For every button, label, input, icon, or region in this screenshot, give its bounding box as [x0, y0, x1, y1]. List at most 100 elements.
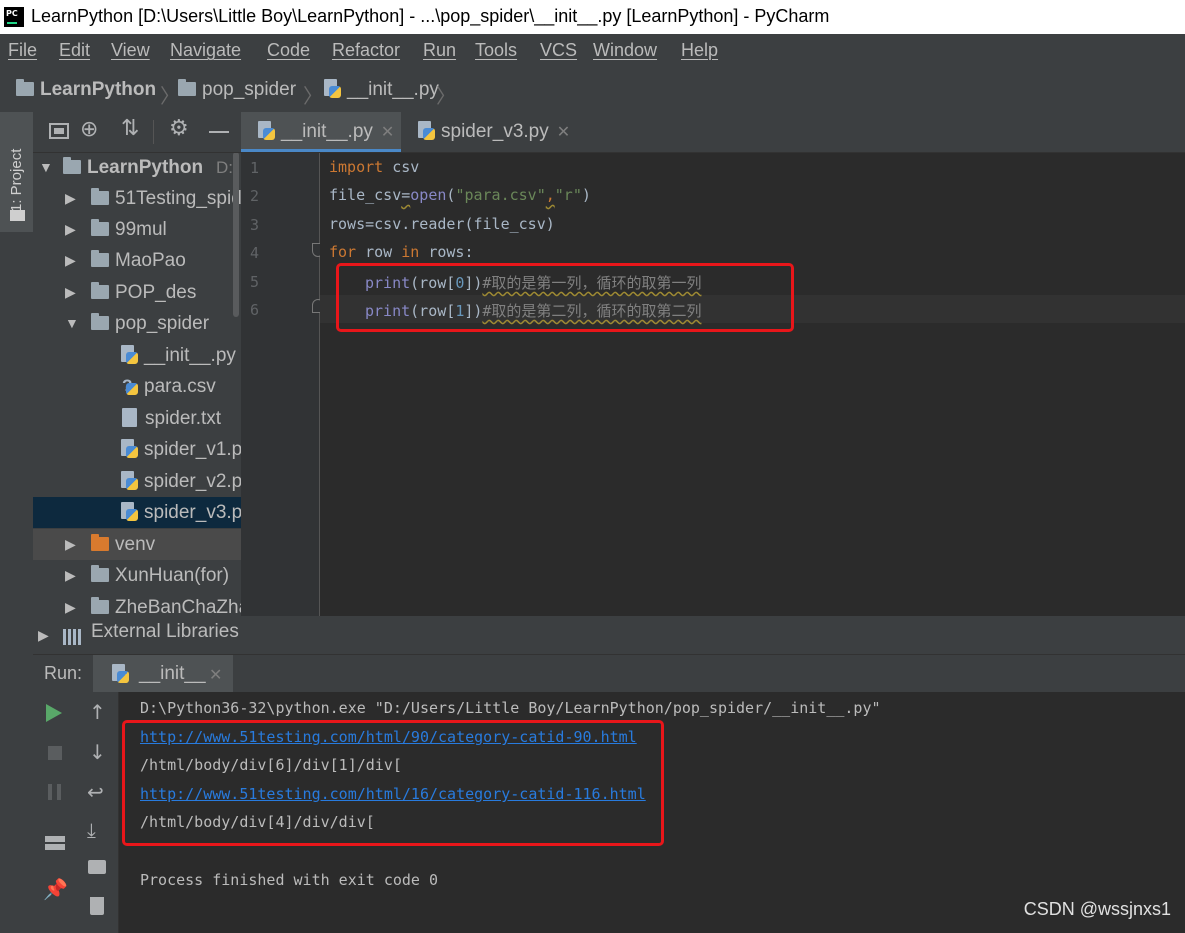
tab-spider-v3[interactable]: spider_v3.py ✕	[403, 112, 583, 152]
collapsed-arrow-icon[interactable]: ▶	[38, 628, 49, 644]
soft-wrap-icon[interactable]: ↩	[87, 780, 104, 804]
python-file-icon	[417, 121, 435, 140]
tree-item-venv[interactable]: ▶ venv	[33, 529, 241, 560]
tree-item-folder[interactable]: ▶ XunHuan(for)	[33, 560, 241, 591]
tree-item-file[interactable]: spider_v2.py	[33, 466, 241, 497]
editor-tabs: __init__.py ✕ spider_v3.py ✕	[241, 112, 1185, 153]
close-icon[interactable]: ✕	[209, 665, 222, 684]
tree-item-file-selected[interactable]: spider_v3.py	[33, 497, 241, 528]
python-file-icon	[120, 439, 138, 458]
tree-item-file[interactable]: __init__.py	[33, 340, 241, 371]
breadcrumb-project[interactable]: LearnPython	[16, 79, 156, 101]
line-number: 1	[250, 159, 260, 177]
window-title: LearnPython [D:\Users\Little Boy\LearnPy…	[31, 6, 830, 26]
code-editor[interactable]: import csv file_csv=open("para.csv","r")…	[320, 153, 1185, 616]
tree-item-file[interactable]: spider_v1.py	[33, 434, 241, 465]
tab-init-py[interactable]: __init__.py ✕	[241, 112, 401, 152]
run-console[interactable]: D:\Python36-32\python.exe "D:/Users/Litt…	[119, 692, 1185, 933]
title-bar: PC LearnPython [D:\Users\Little Boy\Lear…	[0, 0, 1185, 34]
menu-code[interactable]: Code	[267, 40, 310, 61]
folder-icon	[91, 534, 109, 551]
tree-item-folder[interactable]: ▶51Testing_spider	[33, 183, 241, 214]
line-number: 5	[250, 273, 260, 291]
code-line-3: rows=csv.reader(file_csv)	[329, 215, 555, 233]
layout-icon[interactable]	[45, 836, 65, 850]
collapsed-arrow-icon[interactable]: ▶	[65, 183, 76, 214]
breadcrumb-folder[interactable]: pop_spider	[178, 79, 296, 101]
collapsed-arrow-icon[interactable]: ▶	[65, 560, 76, 591]
tree-item-folder[interactable]: ▶ MaoPao	[33, 245, 241, 276]
line-number: 4	[250, 244, 260, 262]
tree-item-folder[interactable]: ▶ POP_des	[33, 277, 241, 308]
menu-vcs[interactable]: VCS	[540, 40, 577, 61]
tree-item-file[interactable]: para.csv	[33, 370, 241, 402]
collapsed-arrow-icon[interactable]: ▶	[65, 245, 76, 276]
tree-item-file[interactable]: spider.txt	[33, 403, 241, 434]
rerun-icon[interactable]	[46, 704, 62, 722]
highlight-box-code	[336, 263, 794, 332]
collapsed-arrow-icon[interactable]: ▶	[65, 214, 76, 245]
menu-file[interactable]: File	[8, 40, 37, 61]
tree-item-folder-open[interactable]: ▼ pop_spider	[33, 308, 241, 339]
scrollbar-thumb[interactable]	[233, 152, 239, 317]
code-line-2: file_csv=open("para.csv","r")	[329, 186, 591, 204]
project-tool-window-tab[interactable]: 1: Project	[0, 112, 33, 232]
hide-icon[interactable]	[209, 131, 229, 133]
csv-file-icon	[120, 370, 138, 401]
run-output-controls: ↑ ↓ ↩ ⤓	[78, 692, 119, 933]
menu-window[interactable]: Window	[593, 40, 657, 61]
project-toolbar: ⊕ ⇅ ⚙	[33, 112, 241, 153]
highlight-box-output	[122, 720, 664, 846]
libraries-icon	[63, 629, 81, 645]
folder-icon	[91, 219, 109, 236]
breadcrumb-file[interactable]: __init__.py	[323, 79, 439, 101]
menu-view[interactable]: View	[111, 40, 150, 61]
external-libraries-row[interactable]: ▶ External Libraries	[33, 616, 1185, 654]
expand-arrow-icon[interactable]: ▼	[65, 308, 79, 339]
collapsed-arrow-icon[interactable]: ▶	[65, 277, 76, 308]
collapsed-arrow-icon[interactable]: ▶	[65, 529, 76, 560]
menu-run[interactable]: Run	[423, 40, 456, 61]
tree-root[interactable]: ▼ LearnPython D:\	[33, 152, 241, 183]
folder-icon	[10, 210, 25, 221]
close-icon[interactable]: ✕	[381, 124, 394, 141]
pause-icon[interactable]	[48, 784, 52, 800]
python-file-icon	[323, 79, 341, 98]
folder-icon	[91, 250, 109, 267]
up-arrow-icon[interactable]: ↑	[89, 700, 106, 724]
menu-tools[interactable]: Tools	[475, 40, 517, 61]
code-line-4: for row in rows:	[329, 243, 474, 261]
console-command: D:\Python36-32\python.exe "D:/Users/Litt…	[140, 699, 881, 717]
expand-arrow-icon[interactable]: ▼	[39, 152, 53, 183]
menu-edit[interactable]: Edit	[59, 40, 90, 61]
folder-icon	[91, 565, 109, 582]
project-view-icon[interactable]	[49, 123, 69, 139]
line-number: 6	[250, 301, 260, 319]
folder-icon	[91, 188, 109, 205]
trash-icon[interactable]	[90, 897, 104, 915]
print-icon[interactable]	[88, 860, 106, 874]
down-arrow-icon[interactable]: ↓	[89, 740, 106, 764]
run-controls: 📌	[33, 692, 78, 933]
locate-icon[interactable]: ⊕	[80, 117, 98, 142]
line-number: 2	[250, 187, 260, 205]
python-file-icon	[120, 345, 138, 364]
console-exit-message: Process finished with exit code 0	[140, 871, 439, 889]
collapse-all-icon[interactable]: ⇅	[121, 116, 139, 141]
editor-gutter: 1 2 3 4 5 6	[241, 153, 324, 616]
menu-navigate[interactable]: Navigate	[170, 40, 241, 61]
pin-icon[interactable]: 📌	[43, 877, 68, 901]
scroll-to-end-icon[interactable]: ⤓	[87, 818, 96, 842]
breadcrumb: LearnPython 〉 pop_spider 〉 __init__.py 〉	[0, 68, 1185, 113]
folder-icon	[91, 597, 109, 614]
menu-refactor[interactable]: Refactor	[332, 40, 400, 61]
menu-help[interactable]: Help	[681, 40, 718, 61]
gear-icon[interactable]: ⚙	[169, 116, 189, 141]
tree-item-folder[interactable]: ▶ 99mul	[33, 214, 241, 245]
folder-icon	[16, 79, 34, 96]
python-file-icon	[120, 471, 138, 490]
run-tab[interactable]: __init__ ✕	[93, 655, 233, 693]
stop-icon[interactable]	[48, 746, 62, 760]
close-icon[interactable]: ✕	[557, 124, 570, 141]
pycharm-logo-icon: PC	[4, 7, 24, 27]
